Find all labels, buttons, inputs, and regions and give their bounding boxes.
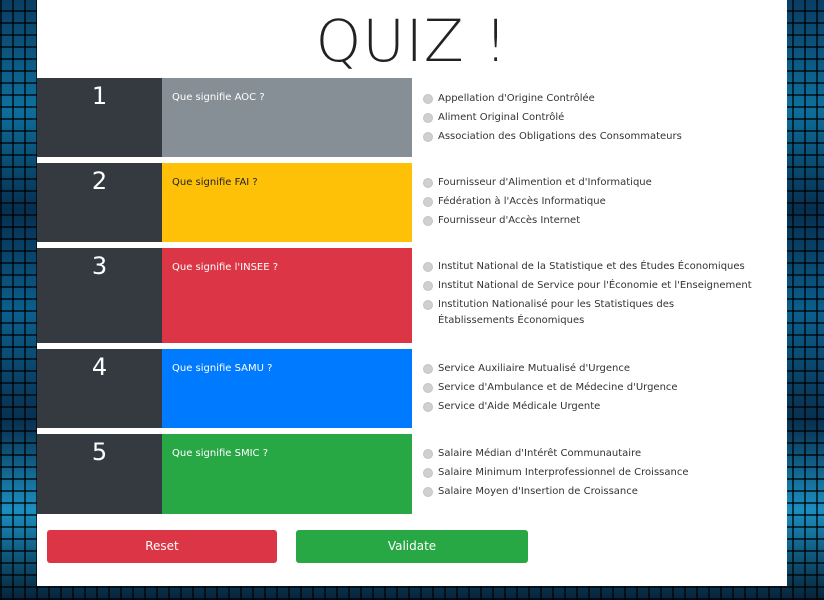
answer-label: Aliment Original Contrôlé — [438, 112, 565, 123]
radio-button[interactable] — [423, 468, 433, 478]
validate-button[interactable]: Validate — [296, 530, 528, 563]
answer-label: Fournisseur d'Accès Internet — [438, 215, 581, 226]
answer-label: Service Auxiliaire Mutualisé d'Urgence — [438, 363, 630, 374]
radio-button[interactable] — [423, 281, 433, 291]
answer-option[interactable]: Association des Obligations des Consomma… — [423, 129, 783, 145]
answer-option[interactable]: Service Auxiliaire Mutualisé d'Urgence — [423, 361, 783, 377]
question-number: 1 — [37, 78, 162, 157]
radio-button[interactable] — [423, 300, 433, 310]
radio-button[interactable] — [423, 113, 433, 123]
question-block-5: 5 Que signifie SMIC ? Salaire Médian d'I… — [37, 434, 787, 514]
radio-button[interactable] — [423, 402, 433, 412]
answer-option[interactable]: Fournisseur d'Accès Internet — [423, 213, 783, 229]
answer-option[interactable]: Salaire Moyen d'Insertion de Croissance — [423, 484, 783, 500]
radio-button[interactable] — [423, 449, 433, 459]
quiz-panel: QUIZ ! 1 Que signifie AOC ? Appellation … — [37, 0, 787, 586]
answer-label: Institution Nationalisé pour les Statist… — [438, 299, 675, 326]
radio-button[interactable] — [423, 487, 433, 497]
answer-label: Salaire Moyen d'Insertion de Croissance — [438, 486, 638, 497]
question-number: 5 — [37, 434, 162, 514]
answer-option[interactable]: Appellation d'Origine Contrôlée — [423, 91, 783, 107]
answer-option[interactable]: Salaire Médian d'Intérêt Communautaire — [423, 446, 783, 462]
question-number: 2 — [37, 163, 162, 242]
question-block-3: 3 Que signifie l'INSEE ? Institut Nation… — [37, 248, 787, 343]
question-text: Que signifie l'INSEE ? — [162, 248, 412, 343]
answer-option[interactable]: Institution Nationalisé pour les Statist… — [423, 297, 738, 329]
question-text: Que signifie AOC ? — [162, 78, 412, 157]
page-title: QUIZ ! — [315, 7, 509, 75]
radio-button[interactable] — [423, 197, 433, 207]
answer-option[interactable]: Salaire Minimum Interprofessionnel de Cr… — [423, 465, 783, 481]
question-text: Que signifie FAI ? — [162, 163, 412, 242]
question-number: 3 — [37, 248, 162, 343]
answer-options: Institut National de la Statistique et d… — [423, 259, 783, 332]
question-block-4: 4 Que signifie SAMU ? Service Auxiliaire… — [37, 349, 787, 428]
answer-options: Appellation d'Origine Contrôlée Aliment … — [423, 91, 783, 148]
radio-button[interactable] — [423, 178, 433, 188]
answer-label: Salaire Médian d'Intérêt Communautaire — [438, 448, 642, 459]
answer-option[interactable]: Service d'Ambulance et de Médecine d'Urg… — [423, 380, 783, 396]
radio-button[interactable] — [423, 216, 433, 226]
radio-button[interactable] — [423, 132, 433, 142]
question-text: Que signifie SMIC ? — [162, 434, 412, 514]
radio-button[interactable] — [423, 383, 433, 393]
answer-option[interactable]: Aliment Original Contrôlé — [423, 110, 783, 126]
answer-options: Service Auxiliaire Mutualisé d'Urgence S… — [423, 361, 783, 418]
answer-options: Fournisseur d'Alimention et d'Informatiq… — [423, 175, 783, 232]
answer-label: Institut National de la Statistique et d… — [438, 261, 745, 272]
answer-label: Appellation d'Origine Contrôlée — [438, 93, 595, 104]
answer-label: Association des Obligations des Consomma… — [438, 131, 682, 142]
answer-option[interactable]: Fédération à l'Accès Informatique — [423, 194, 783, 210]
answer-option[interactable]: Service d'Aide Médicale Urgente — [423, 399, 783, 415]
question-text: Que signifie SAMU ? — [162, 349, 412, 428]
question-block-2: 2 Que signifie FAI ? Fournisseur d'Alime… — [37, 163, 787, 242]
question-number: 4 — [37, 349, 162, 428]
answer-label: Fournisseur d'Alimention et d'Informatiq… — [438, 177, 652, 188]
radio-button[interactable] — [423, 94, 433, 104]
answer-label: Service d'Aide Médicale Urgente — [438, 401, 601, 412]
answer-label: Institut National de Service pour l'Écon… — [438, 280, 752, 291]
radio-button[interactable] — [423, 262, 433, 272]
answer-option[interactable]: Institut National de Service pour l'Écon… — [423, 278, 783, 294]
answer-options: Salaire Médian d'Intérêt Communautaire S… — [423, 446, 783, 503]
answer-option[interactable]: Institut National de la Statistique et d… — [423, 259, 783, 275]
answer-option[interactable]: Fournisseur d'Alimention et d'Informatiq… — [423, 175, 783, 191]
question-block-1: 1 Que signifie AOC ? Appellation d'Origi… — [37, 78, 787, 157]
answer-label: Salaire Minimum Interprofessionnel de Cr… — [438, 467, 689, 478]
answer-label: Fédération à l'Accès Informatique — [438, 196, 606, 207]
reset-button[interactable]: Reset — [47, 530, 277, 563]
radio-button[interactable] — [423, 364, 433, 374]
answer-label: Service d'Ambulance et de Médecine d'Urg… — [438, 382, 678, 393]
